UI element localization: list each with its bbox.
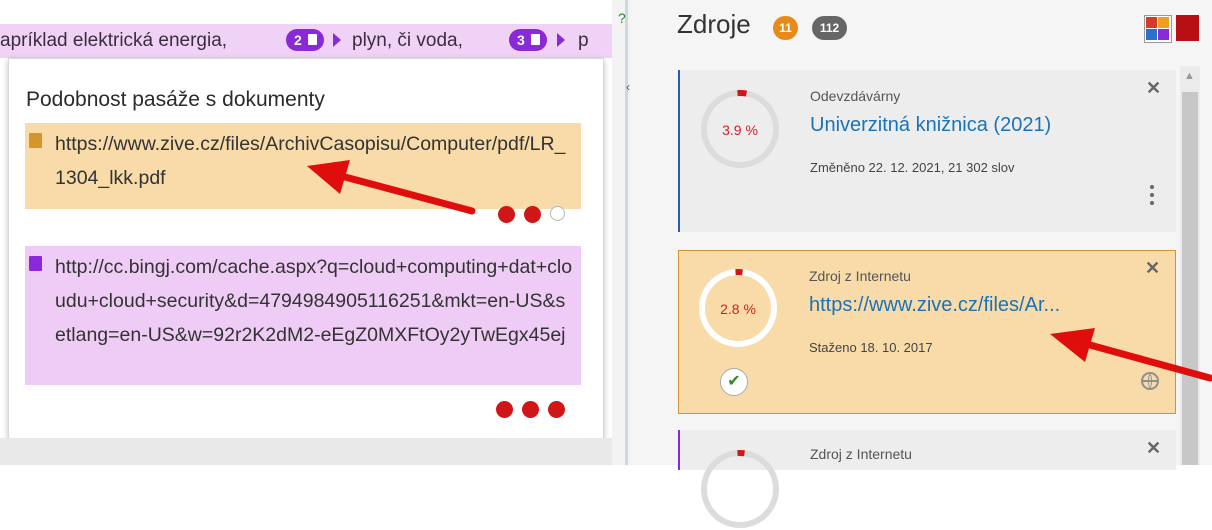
document-icon: [29, 256, 42, 271]
close-icon[interactable]: ✕: [1146, 78, 1161, 99]
similarity-percent: 3.9 %: [722, 122, 758, 138]
highlighted-count-badge[interactable]: 11: [773, 16, 798, 40]
kebab-menu-icon[interactable]: [1150, 185, 1155, 209]
source-card[interactable]: 3.9 % Odevzdávárny Univerzitná knižnica …: [678, 70, 1176, 232]
grid-view-icon[interactable]: [1144, 15, 1172, 43]
play-triangle-icon[interactable]: [557, 33, 565, 47]
source-marker-2[interactable]: 2: [286, 29, 324, 51]
similarity-ring: [701, 450, 779, 528]
globe-icon[interactable]: [1141, 372, 1159, 390]
source-date: Změněno 22. 12. 2021, 21 302 slov: [810, 160, 1015, 175]
similarity-dot-filled: [522, 401, 539, 418]
source-type: Zdroj z Internetu: [810, 446, 912, 462]
source-type: Zdroj z Internetu: [809, 268, 911, 284]
match-item[interactable]: http://cc.bingj.com/cache.aspx?q=cloud+c…: [25, 246, 581, 385]
similarity-dot-filled: [498, 206, 515, 223]
source-name-link[interactable]: Univerzitná knižnica (2021): [810, 114, 1051, 137]
match-url[interactable]: http://cc.bingj.com/cache.aspx?q=cloud+c…: [55, 250, 575, 352]
check-icon[interactable]: ✔: [720, 368, 748, 396]
help-icon[interactable]: ?: [618, 10, 626, 26]
sources-panel: Zdroje 11 112 3.9 % Odevzdávárny Univerz…: [630, 0, 1212, 528]
highlighted-passage[interactable]: apríklad elektrická energia, 2 plyn, či …: [0, 24, 612, 58]
passage-text-1: apríklad elektrická energia,: [0, 30, 228, 51]
source-card-selected[interactable]: 2.8 % Zdroj z Internetu https://www.zive…: [678, 250, 1176, 414]
sources-title: Zdroje: [677, 9, 751, 39]
source-marker-number: 3: [517, 32, 525, 48]
match-item[interactable]: https://www.zive.cz/files/ArchivCasopisu…: [25, 123, 581, 209]
close-icon[interactable]: ✕: [1145, 258, 1160, 279]
similarity-dot-filled: [548, 401, 565, 418]
source-date: Staženo 18. 10. 2017: [809, 340, 933, 355]
passage-text-3: p: [578, 30, 589, 51]
panel-divider-bar: [625, 0, 628, 465]
similarity-percent: 2.8 %: [720, 301, 756, 317]
passage-similarity-popup: Podobnost pasáže s dokumenty https://www…: [8, 58, 604, 440]
similarity-dot-filled: [496, 401, 513, 418]
similarity-dot-filled: [524, 206, 541, 223]
source-marker-number: 2: [294, 32, 302, 48]
total-count-badge[interactable]: 112: [812, 16, 847, 40]
similarity-dot-empty: [550, 206, 565, 221]
passage-text-2: plyn, či voda,: [352, 30, 463, 51]
document-icon: [308, 34, 317, 45]
document-icon: [531, 34, 540, 45]
document-viewer: apríklad elektrická energia, 2 plyn, či …: [0, 0, 612, 465]
source-type: Odevzdávárny: [810, 88, 901, 104]
similarity-dots: [489, 206, 565, 228]
scrollbar-thumb[interactable]: [1182, 92, 1198, 465]
red-square-icon[interactable]: [1176, 15, 1199, 41]
popup-title: Podobnost pasáže s dokumenty: [26, 88, 325, 111]
close-icon[interactable]: ✕: [1146, 438, 1161, 459]
source-name-link[interactable]: https://www.zive.cz/files/Ar...: [809, 294, 1060, 317]
source-marker-3[interactable]: 3: [509, 29, 547, 51]
document-icon: [29, 133, 42, 148]
scroll-up-icon[interactable]: ▲: [1184, 70, 1195, 82]
play-triangle-icon[interactable]: [333, 33, 341, 47]
document-background: [0, 438, 612, 465]
similarity-dots: [487, 401, 565, 423]
match-url[interactable]: https://www.zive.cz/files/ArchivCasopisu…: [55, 127, 575, 195]
source-card[interactable]: Zdroj z Internetu ✕: [678, 430, 1176, 528]
